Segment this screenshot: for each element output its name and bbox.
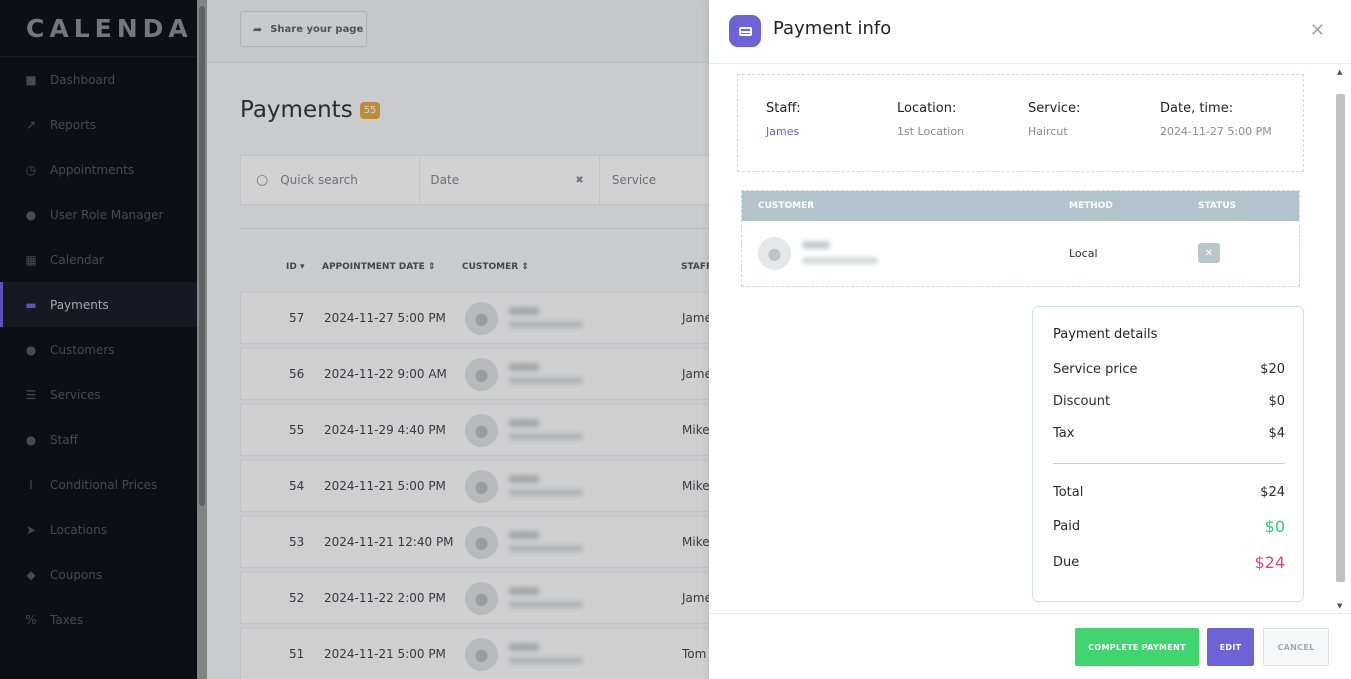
due-row: Due $24 (1053, 553, 1285, 572)
panel-title: Payment info (773, 18, 892, 39)
header-method: METHOD (1069, 201, 1113, 211)
avatar: ● (758, 237, 791, 270)
info-value: 2024-11-27 5:00 PM (1160, 125, 1272, 138)
info-label: Date, time: (1160, 101, 1234, 116)
panel-header: Payment info ✕ (709, 0, 1351, 64)
header-customer: CUSTOMER (758, 201, 815, 211)
payment-info-panel: Payment info ✕ ▲ ▼ Staff: James Location… (709, 0, 1351, 679)
modal-backdrop[interactable] (197, 0, 709, 679)
tax-value: $4 (1268, 426, 1285, 441)
info-value: 1st Location (897, 125, 965, 138)
row-label: Due (1053, 555, 1080, 570)
payment-method: Local (1069, 247, 1098, 260)
info-location: Location: 1st Location (897, 101, 964, 138)
info-label: Service: (1028, 101, 1081, 116)
panel-footer: COMPLETE PAYMENT EDIT CANCEL (709, 613, 1351, 679)
close-icon[interactable]: ✕ (1310, 20, 1325, 41)
scroll-up-icon[interactable]: ▲ (1337, 68, 1342, 76)
customer-table-header: CUSTOMER METHOD STATUS (742, 191, 1299, 221)
customer-email-blurred (802, 257, 878, 264)
edit-button[interactable]: EDIT (1207, 628, 1254, 666)
cancel-button[interactable]: CANCEL (1263, 628, 1329, 666)
row-label: Paid (1053, 519, 1081, 534)
appointment-info: Staff: James Location: 1st Location Serv… (737, 74, 1304, 172)
paid-value: $0 (1264, 517, 1285, 536)
scroll-down-icon[interactable]: ▼ (1337, 602, 1342, 610)
service-price-row: Service price $20 (1053, 362, 1285, 377)
due-value: $24 (1254, 553, 1285, 572)
info-datetime: Date, time: 2024-11-27 5:00 PM (1160, 101, 1272, 138)
status-badge: ✕ (1198, 243, 1220, 263)
details-title: Payment details (1053, 327, 1158, 342)
staff-link[interactable]: James (766, 125, 801, 138)
total-row: Total $24 (1053, 485, 1285, 500)
credit-card-icon (729, 15, 761, 47)
row-label: Total (1053, 485, 1084, 500)
total-value: $24 (1260, 485, 1285, 500)
paid-row: Paid $0 (1053, 517, 1285, 536)
panel-scrollbar[interactable]: ▲ ▼ (1335, 64, 1347, 613)
row-label: Discount (1053, 394, 1111, 409)
info-label: Staff: (766, 101, 801, 116)
customer-row: ● Local ✕ (742, 221, 1299, 287)
discount-value: $0 (1268, 394, 1285, 409)
info-staff: Staff: James (766, 101, 801, 138)
modal-backdrop-sidebar[interactable] (0, 0, 197, 679)
service-price-value: $20 (1260, 362, 1285, 377)
complete-payment-button[interactable]: COMPLETE PAYMENT (1075, 628, 1199, 666)
scrollbar-thumb[interactable] (1336, 94, 1345, 582)
row-label: Tax (1053, 426, 1075, 441)
customer-table: CUSTOMER METHOD STATUS ● Local ✕ (741, 190, 1300, 287)
payment-details: Payment details Service price $20 Discoun… (1032, 306, 1304, 602)
discount-row: Discount $0 (1053, 394, 1285, 409)
customer-name-blurred (802, 241, 830, 249)
divider (1053, 463, 1285, 464)
tax-row: Tax $4 (1053, 426, 1285, 441)
info-label: Location: (897, 101, 957, 116)
header-status: STATUS (1198, 201, 1237, 211)
info-service: Service: Haircut (1028, 101, 1080, 138)
info-value: Haircut (1028, 125, 1068, 138)
row-label: Service price (1053, 362, 1138, 377)
